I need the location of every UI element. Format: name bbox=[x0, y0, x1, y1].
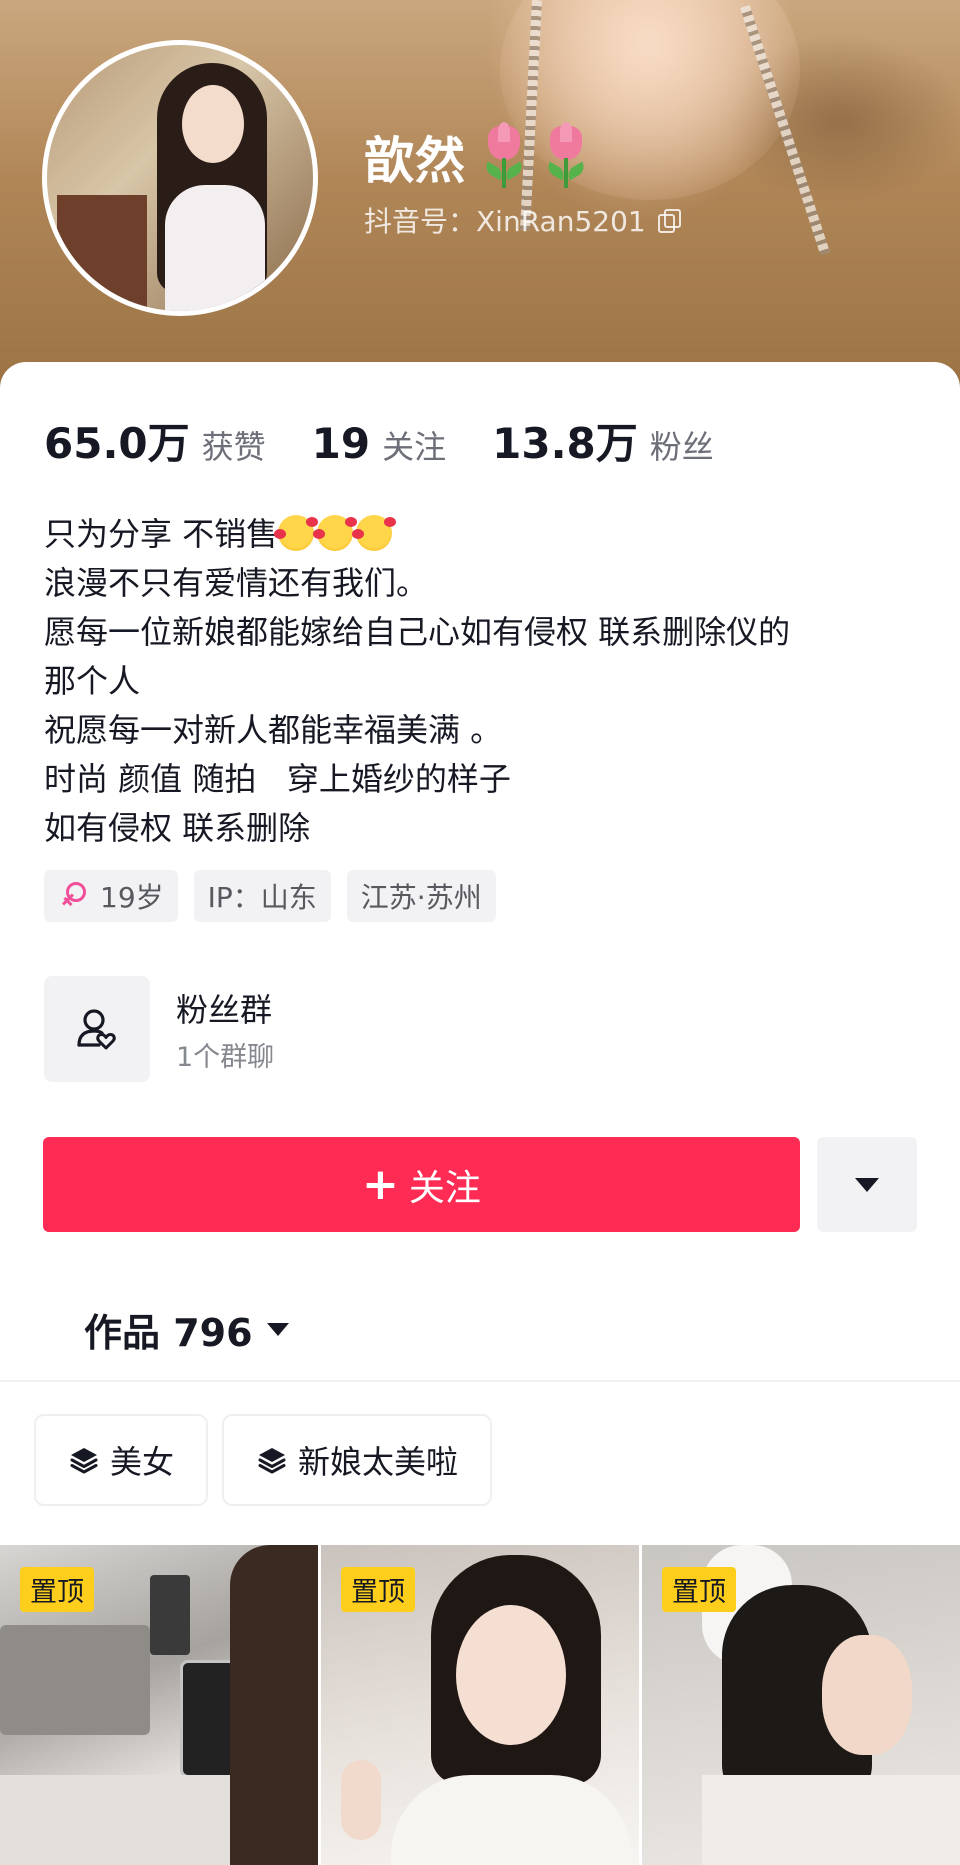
fan-group-icon-box bbox=[44, 976, 150, 1082]
pinned-badge: 置顶 bbox=[20, 1567, 94, 1612]
pinned-badge: 置顶 bbox=[341, 1567, 415, 1612]
plus-icon: + bbox=[362, 1158, 399, 1210]
caret-down-icon bbox=[266, 1323, 289, 1336]
tab-works-label: 作品 796 bbox=[84, 1311, 253, 1355]
bio-line: 祝愿每一对新人都能幸福美满 。 bbox=[44, 711, 503, 749]
collection-list: 美女 新娘太美啦 bbox=[34, 1414, 493, 1506]
avatar[interactable] bbox=[42, 40, 318, 316]
tab-works[interactable]: 作品 796 bbox=[84, 1302, 289, 1357]
fan-group-title: 粉丝群 bbox=[176, 990, 273, 1029]
bio-line: 只为分享 不销售 bbox=[44, 510, 944, 559]
profile-bio: 只为分享 不销售 浪漫不只有爱情还有我们。 愿每一位新娘都能嫁给自己心如有侵权 … bbox=[44, 510, 944, 853]
stat-likes[interactable]: 65.0万 获赞 bbox=[44, 410, 266, 471]
collection-label: 新娘太美啦 bbox=[298, 1443, 459, 1481]
fan-group-subtitle: 1个群聊 bbox=[176, 1041, 275, 1073]
caret-down-icon bbox=[855, 1177, 879, 1192]
collection-label: 美女 bbox=[110, 1443, 175, 1481]
follow-button[interactable]: + 关注 bbox=[43, 1137, 800, 1232]
follow-button-label: 关注 bbox=[408, 1167, 481, 1209]
tulip-icon bbox=[542, 122, 590, 188]
stat-following-label: 关注 bbox=[382, 428, 447, 466]
layers-icon bbox=[70, 1448, 98, 1474]
ip-tag: IP：山东 bbox=[193, 870, 331, 922]
douyin-id-text: 抖音号：XinRan5201 bbox=[364, 205, 646, 238]
profile-card: 65.0万 获赞 19 关注 13.8万 粉丝 只为分享 不销售 浪漫不只有爱情… bbox=[0, 362, 960, 1865]
bio-line: 时尚 颜值 随拍 穿上婚纱的样子 bbox=[44, 760, 511, 798]
stat-likes-label: 获赞 bbox=[201, 428, 266, 466]
video-thumbnail[interactable]: 置顶 bbox=[0, 1545, 318, 1865]
collection-item[interactable]: 美女 bbox=[34, 1414, 209, 1506]
age-text: 19岁 bbox=[100, 881, 164, 914]
douyin-id[interactable]: 抖音号：XinRan5201 bbox=[364, 200, 681, 240]
stat-likes-value: 65.0万 bbox=[44, 419, 190, 468]
bio-line: 那个人 bbox=[44, 662, 141, 700]
female-icon bbox=[58, 882, 86, 910]
location-tag[interactable]: 江苏·苏州 bbox=[346, 870, 496, 922]
tulip-icon bbox=[480, 122, 528, 188]
video-thumbnail[interactable]: 置顶 bbox=[321, 1545, 639, 1865]
smiling-hearts-emoji-icon bbox=[313, 515, 358, 551]
bio-line: 愿每一位新娘都能嫁给自己心如有侵权 联系删除仪的 bbox=[44, 613, 791, 651]
profile-tags: 19岁 IP：山东 江苏·苏州 bbox=[44, 870, 496, 922]
copy-icon[interactable] bbox=[657, 209, 681, 233]
video-thumbnail[interactable]: 置顶 bbox=[642, 1545, 960, 1865]
stats-row: 65.0万 获赞 19 关注 13.8万 粉丝 bbox=[44, 410, 760, 471]
stat-followers-label: 粉丝 bbox=[649, 428, 714, 466]
pinned-badge: 置顶 bbox=[662, 1567, 736, 1612]
age-tag: 19岁 bbox=[44, 870, 178, 922]
profile-nickname: 歆然 bbox=[364, 122, 590, 192]
stat-following-value: 19 bbox=[311, 419, 371, 468]
bio-line: 浪漫不只有爱情还有我们。 bbox=[44, 564, 429, 602]
stat-followers[interactable]: 13.8万 粉丝 bbox=[492, 410, 714, 471]
fan-group-text: 粉丝群 1个群聊 bbox=[176, 985, 274, 1074]
profile-banner: 歆然 抖音号：XinRan5201 bbox=[0, 0, 960, 400]
divider bbox=[0, 1380, 960, 1382]
stat-followers-value: 13.8万 bbox=[492, 419, 638, 468]
collection-item[interactable]: 新娘太美啦 bbox=[222, 1414, 493, 1506]
bio-line: 如有侵权 联系删除 bbox=[44, 809, 311, 847]
fan-group-entry[interactable]: 粉丝群 1个群聊 bbox=[44, 976, 274, 1082]
more-options-button[interactable] bbox=[817, 1137, 917, 1232]
smiling-hearts-emoji-icon bbox=[352, 515, 397, 551]
layers-icon bbox=[258, 1448, 286, 1474]
user-heart-icon bbox=[77, 1009, 116, 1050]
nickname-text: 歆然 bbox=[364, 132, 466, 190]
video-grid: 置顶 置顶 置顶 bbox=[0, 1545, 960, 1865]
smiling-hearts-emoji-icon bbox=[274, 515, 319, 551]
stat-following[interactable]: 19 关注 bbox=[312, 419, 446, 468]
